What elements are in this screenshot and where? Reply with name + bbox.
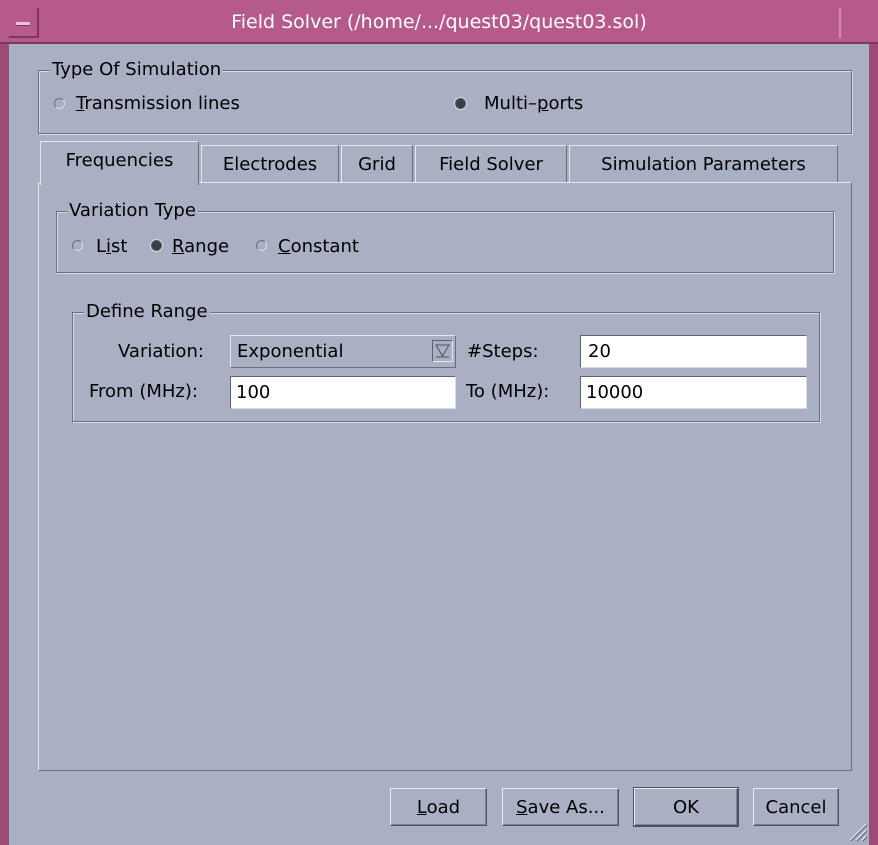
variation-type-title: Variation Type [67,200,198,221]
variation-select-value: Exponential [237,341,344,362]
tab-electrodes[interactable]: Electrodes [201,145,339,183]
list-radio[interactable] [72,240,83,251]
from-mhz-input[interactable]: 100 [230,376,456,409]
tab-electrodes-label: Electrodes [222,154,318,175]
resize-grip-icon[interactable] [846,820,868,842]
ok-button[interactable]: OK [633,787,739,827]
constant-label[interactable]: Constant [278,236,359,257]
range-radio[interactable] [151,240,162,251]
steps-label: #Steps: [467,341,539,362]
from-mhz-label: From (MHz): [89,381,198,402]
window-title: Field Solver (/home/.../quest03/quest03.… [231,11,647,33]
multi-ports-label[interactable]: Multi–ports [484,93,583,114]
to-mhz-label: To (MHz): [466,381,550,402]
cancel-button[interactable]: Cancel [753,788,839,826]
tab-simulation-parameters-label: Simulation Parameters [601,154,806,175]
multi-ports-radio[interactable] [455,98,466,109]
tab-grid-label: Grid [358,154,396,175]
steps-input[interactable]: 20 [580,335,807,368]
to-mhz-input[interactable]: 10000 [580,376,807,409]
window-menu-button[interactable] [9,8,39,38]
variation-label: Variation: [118,341,204,362]
tab-field-solver[interactable]: Field Solver [415,145,567,183]
define-range-title: Define Range [84,301,210,322]
tab-field-solver-label: Field Solver [439,154,543,175]
simulation-type-title: Type Of Simulation [50,59,224,80]
load-button[interactable]: Load [390,788,487,826]
transmission-lines-radio[interactable] [54,98,65,109]
range-label[interactable]: Range [172,236,229,257]
title-bar[interactable]: Field Solver (/home/.../quest03/quest03.… [0,0,878,44]
tab-simulation-parameters[interactable]: Simulation Parameters [569,145,838,183]
transmission-lines-label[interactable]: Transmission lines [76,93,240,114]
constant-radio[interactable] [256,240,267,251]
window-menu-icon [16,22,30,26]
list-label[interactable]: List [96,236,127,257]
save-as-button[interactable]: Save As... [502,788,619,826]
tab-grid[interactable]: Grid [341,145,413,183]
tab-frequencies[interactable]: Frequencies [40,141,199,185]
tab-frequencies-label: Frequencies [65,150,174,171]
variation-select[interactable]: Exponential [230,335,456,368]
chevron-down-icon[interactable] [432,340,453,362]
title-bar-right-corner[interactable] [839,8,869,38]
